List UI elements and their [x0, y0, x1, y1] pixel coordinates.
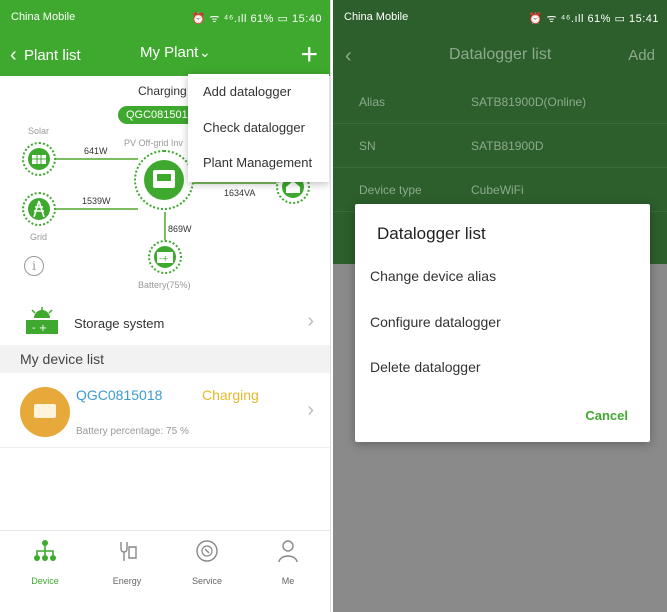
charging-label: Charging: [138, 84, 187, 98]
battery-node[interactable]: -+: [148, 240, 182, 274]
info-icon[interactable]: i: [24, 256, 44, 276]
solar-label: Solar: [28, 126, 50, 136]
energy-icon: [120, 542, 137, 561]
inverter-node[interactable]: [134, 150, 194, 210]
device-status: Charging: [202, 387, 259, 403]
plus-icon[interactable]: +: [300, 38, 318, 72]
status-indicators: ⏰ ᯤ ⁴⁶.ıll 61% ▭ 15:41: [528, 13, 659, 25]
grid-tower-icon: [28, 198, 50, 220]
storage-system-row[interactable]: - + Storage system ›: [0, 300, 330, 344]
tab-me-label: Me: [281, 576, 295, 586]
plant-title[interactable]: My Plant: [140, 44, 198, 61]
device-battery: Battery percentage: 75 %: [76, 426, 189, 437]
device-list-title: My device list: [20, 351, 105, 367]
device-list-item[interactable]: QGC0815018 Charging Battery percentage: …: [0, 373, 330, 448]
solar-power-value: 641W: [84, 146, 108, 156]
datalogger-dialog: Datalogger list Change device alias Conf…: [355, 204, 650, 442]
status-bar: China Mobile ⏰ ᯤ ⁴⁶.ıll 61% ▭ 15:40: [0, 0, 330, 36]
service-icon: [196, 540, 218, 562]
cancel-button[interactable]: Cancel: [585, 408, 628, 423]
storage-system-label: Storage system: [74, 316, 165, 331]
solar-node[interactable]: [22, 142, 56, 176]
solar-panel-icon: [28, 148, 50, 170]
storage-battery-icon: - +: [26, 307, 58, 334]
chevron-left-icon[interactable]: ‹: [10, 45, 17, 65]
battery-power-value: 869W: [168, 224, 192, 234]
menu-item-check-datalogger[interactable]: Check datalogger: [203, 120, 305, 135]
bottom-tab-bar: Device Energy Service Me: [0, 530, 330, 590]
chevron-down-icon[interactable]: ⌄: [199, 44, 211, 61]
info-key: SN: [359, 139, 376, 153]
info-value: CubeWiFi: [471, 183, 524, 197]
inverter-icon: [144, 160, 184, 200]
chevron-right-icon: ›: [307, 399, 314, 421]
grid-power-value: 1539W: [82, 196, 111, 206]
app-header: ‹ Datalogger list Add: [333, 36, 667, 76]
load-power-value: 1634VA: [224, 188, 256, 198]
chevron-left-icon[interactable]: ‹: [345, 45, 352, 68]
app-header: ‹ Plant list My Plant ⌄ +: [0, 36, 330, 76]
option-configure-datalogger[interactable]: Configure datalogger: [370, 314, 501, 330]
tab-energy-label: Energy: [112, 576, 142, 586]
status-indicators: ⏰ ᯤ ⁴⁶.ıll 61% ▭ 15:40: [191, 13, 322, 25]
solar-line: [54, 158, 138, 160]
option-delete-datalogger[interactable]: Delete datalogger: [370, 359, 481, 375]
page-title: Datalogger list: [449, 46, 552, 63]
info-row-alias: Alias SATB81900D(Online): [333, 82, 667, 124]
tab-device-label: Device: [31, 576, 59, 586]
load-line: [192, 182, 278, 184]
tab-device[interactable]: Device: [15, 537, 75, 586]
grid-node[interactable]: [22, 192, 56, 226]
datalogger-screen: China Mobile ⏰ ᯤ ⁴⁶.ıll 61% ▭ 15:41 ‹ Da…: [333, 0, 667, 612]
svg-text:- +: - +: [32, 323, 47, 334]
tab-me[interactable]: Me: [258, 537, 318, 586]
tab-service[interactable]: Service: [177, 537, 237, 586]
menu-item-plant-management[interactable]: Plant Management: [203, 155, 312, 170]
back-button[interactable]: Plant list: [24, 47, 81, 64]
device-card-icon: [34, 404, 56, 418]
svg-text:-+: -+: [159, 254, 169, 263]
tab-service-label: Service: [191, 576, 222, 586]
chevron-right-icon: ›: [307, 310, 314, 332]
device-avatar-icon: [20, 387, 70, 437]
dialog-title: Datalogger list: [377, 224, 486, 243]
option-change-alias[interactable]: Change device alias: [370, 268, 496, 284]
menu-item-add-datalogger[interactable]: Add datalogger: [203, 84, 291, 99]
info-row-sn: SN SATB81900D: [333, 126, 667, 168]
device-icon: [34, 540, 56, 561]
grid-line: [54, 208, 138, 210]
grid-label: Grid: [30, 232, 48, 242]
me-icon: [278, 540, 298, 563]
device-sn: QGC0815018: [76, 387, 163, 403]
device-list-heading: My device list: [0, 345, 330, 373]
add-button[interactable]: Add: [628, 47, 655, 64]
battery-label: Battery(75%): [138, 280, 191, 290]
inverter-label: PV Off-grid Inv: [124, 138, 183, 148]
battery-icon: -+: [154, 246, 176, 268]
plus-dropdown-menu: Add datalogger Check datalogger Plant Ma…: [188, 74, 329, 182]
carrier-name: China Mobile: [344, 11, 409, 23]
inverter-sn-badge[interactable]: QGC0815018: [118, 106, 198, 124]
info-value: SATB81900D: [471, 139, 544, 153]
info-key: Device type: [359, 183, 422, 197]
battery-line: [164, 212, 166, 242]
info-value: SATB81900D(Online): [471, 95, 587, 109]
status-bar: China Mobile ⏰ ᯤ ⁴⁶.ıll 61% ▭ 15:41: [333, 0, 667, 36]
info-key: Alias: [359, 95, 386, 109]
tab-energy[interactable]: Energy: [97, 537, 157, 586]
plant-screen: China Mobile ⏰ ᯤ ⁴⁶.ıll 61% ▭ 15:40 ‹ Pl…: [0, 0, 331, 612]
carrier-name: China Mobile: [11, 11, 76, 23]
